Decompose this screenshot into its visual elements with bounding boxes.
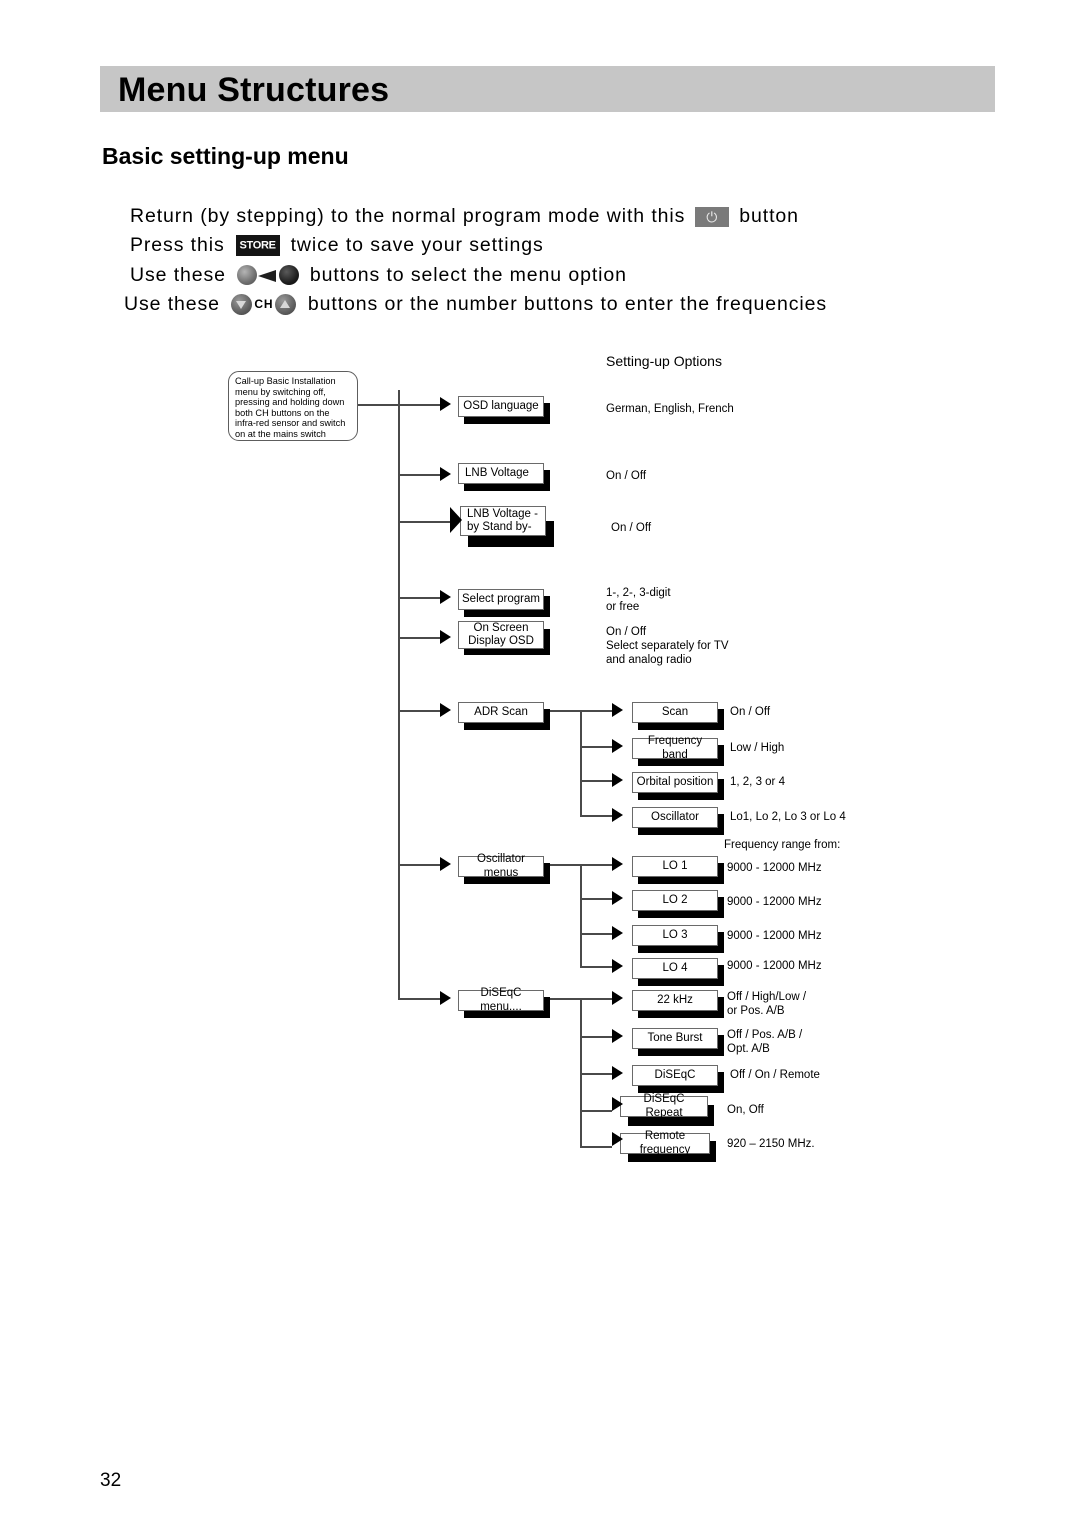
arrow-osd-language — [440, 397, 451, 411]
page-number: 32 — [100, 1470, 122, 1491]
branch-line-diseqc-menu — [398, 998, 440, 1000]
diseqc-branch-remote-frequency — [580, 1146, 612, 1148]
box-lo1[interactable]: LO 1 — [632, 856, 718, 877]
arrow-diseqc-repeat — [612, 1097, 623, 1111]
adr-branch-oscillator — [580, 815, 612, 817]
arrow-remote-frequency — [612, 1132, 623, 1146]
options-diseqc: Off / On / Remote — [730, 1069, 820, 1081]
oscillator-branch-lo3 — [580, 933, 612, 935]
options-orbital-position: 1, 2, 3 or 4 — [730, 776, 785, 788]
box-adr-scan[interactable]: ADR Scan — [458, 702, 544, 723]
options-scan: On / Off — [730, 706, 771, 718]
box-osd-language[interactable]: OSD language — [458, 396, 544, 417]
frequency-range-header: Frequency range from: — [724, 839, 841, 851]
box-diseqc[interactable]: DiSEqC — [632, 1065, 718, 1086]
box-diseqc-menu[interactable]: DiSEqC menu.... — [458, 987, 544, 1013]
adr-branch-frequency-band — [580, 746, 612, 748]
arrow-adr-scan — [440, 703, 451, 717]
branch-line-adr-scan — [398, 710, 440, 712]
options-22khz: Off / High/Low / or Pos. A/B — [727, 991, 807, 1017]
menu-structure-diagram: Setting-up Options Call-up Basic Install… — [0, 0, 1080, 1528]
arrow-lo2 — [612, 891, 623, 905]
arrow-lo1 — [612, 857, 623, 871]
options-oscillator: Lo1, Lo 2, Lo 3 or Lo 4 — [730, 811, 846, 823]
diseqc-branch-tone-burst — [580, 1036, 612, 1038]
box-remote-frequency[interactable]: Remote frequency — [620, 1130, 710, 1156]
box-on-screen-display[interactable]: On Screen Display OSD — [458, 621, 544, 649]
oscillator-trunk-vertical — [580, 864, 582, 967]
options-lnb-voltage: On / Off — [606, 470, 647, 482]
arrow-diseqc — [612, 1066, 623, 1080]
branch-line-select-program — [398, 597, 440, 599]
oscillator-branch-lo2 — [580, 898, 612, 900]
branch-line-lnb-voltage — [398, 474, 440, 476]
branch-line-osd-language — [398, 404, 440, 406]
arrow-lo4 — [612, 959, 623, 973]
branch-line-lnb-standby — [398, 521, 450, 523]
options-diseqc-repeat: On, Off — [727, 1104, 764, 1116]
arrow-scan — [612, 703, 623, 717]
arrow-lnb-standby — [450, 507, 462, 533]
callout-connector — [358, 404, 400, 406]
options-frequency-band: Low / High — [730, 742, 785, 754]
box-oscillator[interactable]: Oscillator — [632, 807, 718, 828]
box-lo4[interactable]: LO 4 — [632, 958, 718, 979]
diseqc-branch-diseqc-repeat — [580, 1110, 612, 1112]
box-lo2[interactable]: LO 2 — [632, 890, 718, 911]
oscillator-branch-lo1 — [580, 864, 612, 866]
diseqc-branch-22khz — [580, 998, 612, 1000]
box-select-program[interactable]: Select program — [458, 589, 544, 610]
arrow-oscillator-menus — [440, 857, 451, 871]
options-select-program: 1-, 2-, 3-digit or free — [606, 587, 671, 613]
options-lo2: 9000 - 12000 MHz — [727, 896, 822, 908]
arrow-frequency-band — [612, 739, 623, 753]
box-frequency-band[interactable]: Frequency band — [632, 735, 718, 761]
arrow-lo3 — [612, 926, 623, 940]
box-orbital-position[interactable]: Orbital position — [632, 772, 718, 793]
options-lo4: 9000 - 12000 MHz — [727, 960, 822, 972]
box-diseqc-repeat[interactable]: DiSEqC Repeat — [620, 1093, 708, 1119]
adr-branch-scan — [580, 710, 612, 712]
box-lo3[interactable]: LO 3 — [632, 925, 718, 946]
box-lnb-standby[interactable]: LNB Voltage -by Stand by- — [460, 506, 546, 536]
arrow-tone-burst — [612, 1029, 623, 1043]
options-osd: On / Off Select separately for TV and an… — [606, 626, 729, 666]
options-tone-burst: Off / Pos. A/B / Opt. A/B — [727, 1029, 803, 1055]
options-lo3: 9000 - 12000 MHz — [727, 930, 822, 942]
trunk-main — [398, 390, 400, 998]
callout-basic-installation: Call-up Basic Installation menu by switc… — [228, 371, 358, 441]
options-lnb-standby: On / Off — [611, 522, 652, 534]
setting-up-options-header: Setting-up Options — [606, 353, 722, 369]
options-remote-frequency: 920 – 2150 MHz. — [727, 1138, 815, 1150]
options-lo1: 9000 - 12000 MHz — [727, 862, 822, 874]
arrow-lnb-voltage — [440, 467, 451, 481]
arrow-oscillator — [612, 808, 623, 822]
options-osd-language: German, English, French — [606, 403, 734, 415]
box-scan[interactable]: Scan — [632, 702, 718, 723]
arrow-diseqc-menu — [440, 991, 451, 1005]
box-22khz[interactable]: 22 kHz — [632, 990, 718, 1011]
box-lnb-voltage[interactable]: LNB Voltage — [458, 463, 544, 484]
box-oscillator-menus[interactable]: Oscillator menus — [458, 853, 544, 879]
oscillator-branch-lo4 — [580, 966, 612, 968]
arrow-select-program — [440, 590, 451, 604]
box-tone-burst[interactable]: Tone Burst — [632, 1028, 718, 1049]
arrow-22khz — [612, 991, 623, 1005]
branch-line-oscillator-menus — [398, 864, 440, 866]
adr-trunk-vertical — [580, 710, 582, 816]
arrow-orbital-position — [612, 773, 623, 787]
diseqc-branch-diseqc — [580, 1073, 612, 1075]
diseqc-trunk-vertical — [580, 998, 582, 1146]
adr-branch-orbital-position — [580, 780, 612, 782]
branch-line-osd — [398, 637, 440, 639]
arrow-osd — [440, 630, 451, 644]
